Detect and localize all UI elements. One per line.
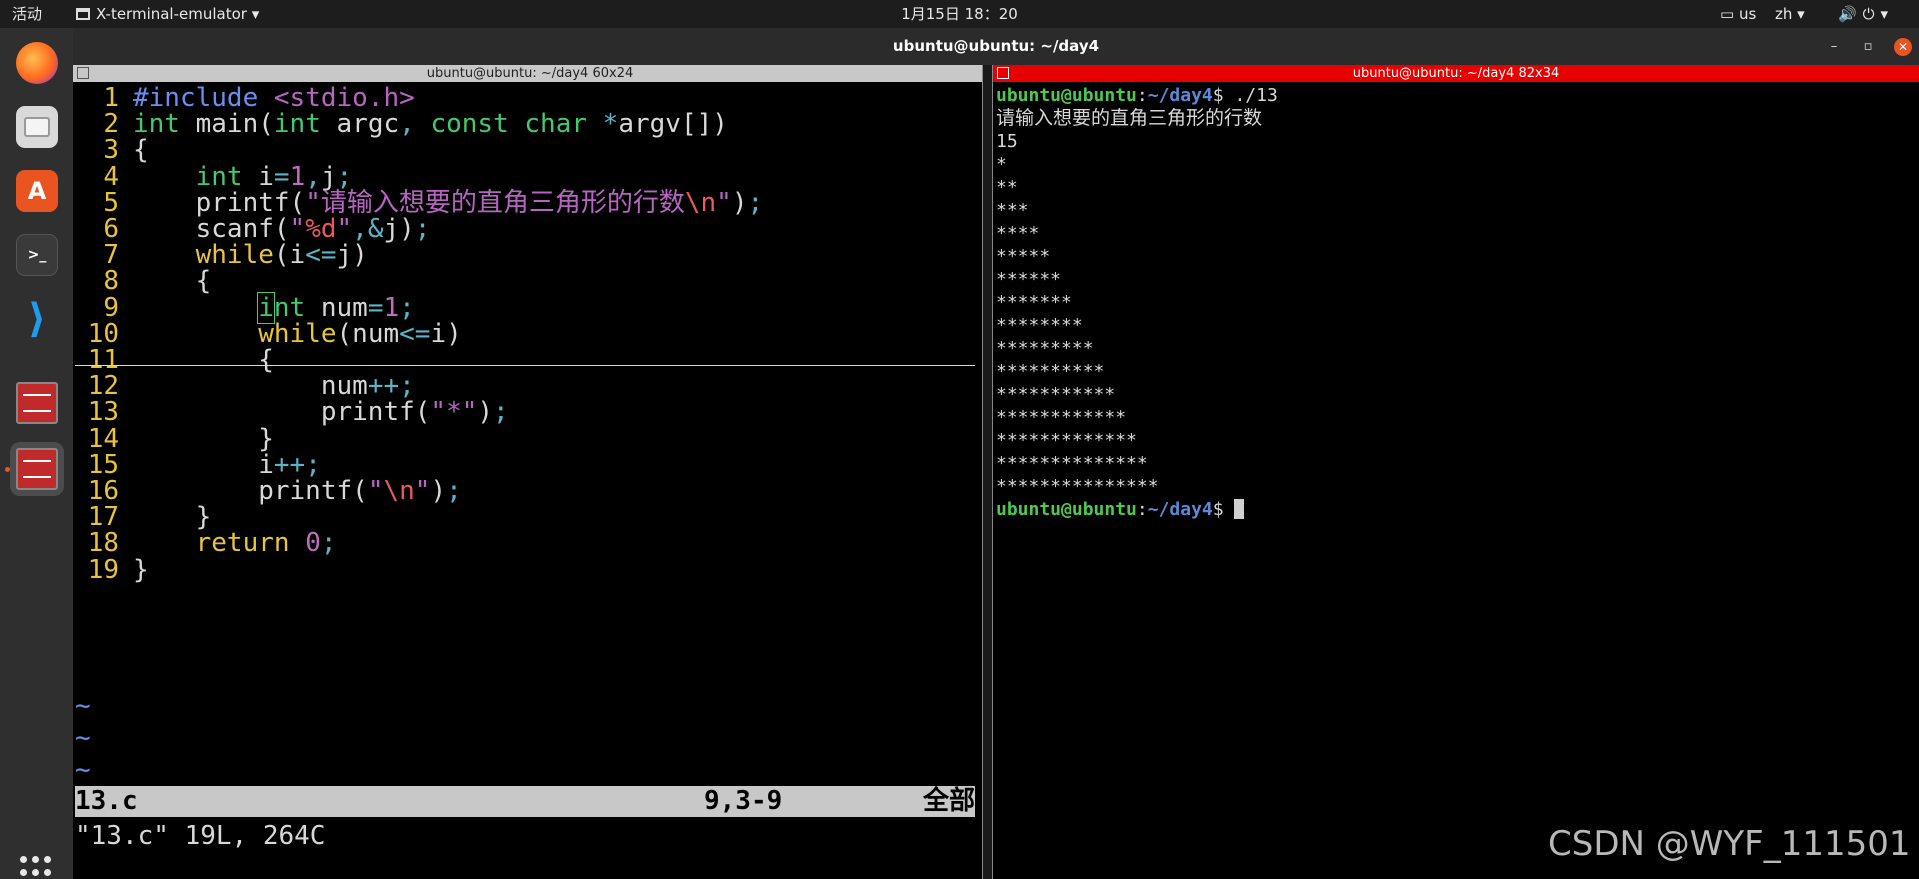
chevron-down-icon: ▾ bbox=[251, 5, 260, 23]
terminal-icon: >_ bbox=[16, 234, 58, 276]
terminator-icon bbox=[16, 382, 58, 424]
prompt-line: ubuntu@ubuntu:~/day4$ ./13 bbox=[996, 84, 1916, 107]
empty-line-marker: ~ bbox=[75, 723, 91, 753]
clock[interactable]: 1月15日 18：20 bbox=[0, 0, 1919, 28]
status-cursor-position: 9,3-9 bbox=[704, 786, 783, 816]
terminal-output[interactable]: ubuntu@ubuntu:~/day4$ ./13 请输入想要的直角三角形的行… bbox=[996, 84, 1916, 874]
window-icon bbox=[76, 8, 90, 20]
code-line: 19} bbox=[75, 554, 149, 586]
output-line: ************ bbox=[996, 407, 1127, 428]
system-menu[interactable]: 🔊⏻▾ bbox=[1838, 0, 1894, 28]
status-scroll-percent: 全部 bbox=[922, 786, 975, 816]
terminal-grid-icon[interactable] bbox=[997, 67, 1009, 79]
output-line: ****** bbox=[996, 269, 1062, 290]
prompt-path: ~/day4 bbox=[1147, 499, 1213, 520]
empty-line-marker: ~ bbox=[75, 755, 91, 785]
output-line: ***** bbox=[996, 246, 1051, 267]
window-title: ubuntu@ubuntu: ~/day4 bbox=[892, 37, 1100, 55]
prompt-path: ~/day4 bbox=[1147, 85, 1213, 106]
watermark: CSDN @WYF_111501 bbox=[1548, 824, 1911, 864]
dock-terminal[interactable]: >_ bbox=[10, 228, 64, 282]
dock-terminator[interactable] bbox=[10, 376, 64, 430]
prompt-separator: : bbox=[1136, 499, 1148, 520]
activities-button[interactable]: 活动 bbox=[12, 0, 42, 28]
minimize-button[interactable]: – bbox=[1825, 38, 1843, 56]
prompt-line: ubuntu@ubuntu:~/day4$ bbox=[996, 498, 1916, 521]
running-indicator bbox=[5, 467, 10, 472]
output-line: ******* bbox=[996, 292, 1072, 313]
dock-software[interactable]: A bbox=[10, 164, 64, 218]
cursor-line bbox=[75, 365, 975, 366]
output-line: ******** bbox=[996, 315, 1083, 336]
software-icon: A bbox=[16, 170, 58, 212]
right-pane-titlebar[interactable]: ubuntu@ubuntu: ~/day4 82x34 bbox=[993, 65, 1919, 82]
files-icon bbox=[16, 106, 58, 148]
prompt-separator: : bbox=[1136, 85, 1148, 106]
command-text: ./13 bbox=[1223, 85, 1278, 106]
window-titlebar[interactable]: ubuntu@ubuntu: ~/day4 – ▫ ✕ bbox=[73, 28, 1919, 65]
output-line: *************** bbox=[996, 476, 1159, 497]
vim-statusline: 13.c 9,3-9 全部 bbox=[75, 786, 975, 817]
show-applications-button[interactable] bbox=[20, 856, 53, 879]
output-line: **** bbox=[996, 223, 1040, 244]
keyboard-layout-indicator[interactable]: ▭ us bbox=[1720, 0, 1756, 28]
vscode-icon: ⟩ bbox=[27, 296, 47, 342]
output-line: ************** bbox=[996, 453, 1148, 474]
dock-terminator-active[interactable] bbox=[5, 442, 64, 496]
terminal-grid-icon[interactable] bbox=[77, 67, 89, 79]
close-button[interactable]: ✕ bbox=[1894, 38, 1912, 56]
empty-line-marker: ~ bbox=[75, 691, 91, 721]
keyboard-layout-label: us bbox=[1738, 5, 1757, 23]
top-bar: 活动 X-terminal-emulator ▾ 1月15日 18：20 ▭ u… bbox=[0, 0, 1919, 28]
left-pane-titlebar[interactable]: ubuntu@ubuntu: ~/day4 60x24 bbox=[73, 65, 987, 82]
output-line: ************* bbox=[996, 430, 1137, 451]
output-line: * bbox=[996, 154, 1007, 175]
dock: A >_ ⟩ bbox=[0, 28, 73, 879]
app-menu[interactable]: X-terminal-emulator ▾ bbox=[76, 0, 259, 28]
output-line: 15 bbox=[996, 131, 1018, 152]
status-filename: 13.c bbox=[75, 786, 138, 816]
prompt-user: ubuntu@ubuntu bbox=[996, 499, 1137, 520]
maximize-button[interactable]: ▫ bbox=[1859, 38, 1877, 56]
prompt-symbol: $ bbox=[1212, 85, 1224, 106]
input-method-indicator[interactable]: zh ▾ bbox=[1775, 0, 1805, 28]
output-line: 请输入想要的直角三角形的行数 bbox=[996, 107, 1263, 129]
right-pane-title: ubuntu@ubuntu: ~/day4 82x34 bbox=[1352, 66, 1560, 81]
output-lines: 请输入想要的直角三角形的行数 15 * ** *** **** ***** ****** ***… bbox=[996, 107, 1916, 498]
dock-firefox[interactable] bbox=[10, 36, 64, 90]
output-line: ********** bbox=[996, 361, 1105, 382]
output-line: ** bbox=[996, 177, 1018, 198]
pane-splitter[interactable] bbox=[982, 65, 993, 879]
terminator-icon bbox=[16, 448, 58, 490]
dock-vscode[interactable]: ⟩ bbox=[10, 292, 64, 346]
firefox-icon bbox=[16, 42, 58, 84]
line-number: 19 bbox=[87, 554, 119, 585]
output-line: *********** bbox=[996, 384, 1116, 405]
app-menu-label: X-terminal-emulator bbox=[96, 5, 247, 23]
input-method-label: zh bbox=[1775, 5, 1793, 23]
left-pane-title: ubuntu@ubuntu: ~/day4 60x24 bbox=[426, 66, 634, 81]
chevron-down-icon: ▾ bbox=[1797, 5, 1805, 23]
prompt-symbol: $ bbox=[1212, 499, 1224, 520]
prompt-user: ubuntu@ubuntu bbox=[996, 85, 1137, 106]
vim-command-line: "13.c" 19L, 264C bbox=[75, 821, 326, 851]
terminal-cursor bbox=[1234, 499, 1245, 519]
keyboard-icon: ▭ bbox=[1720, 5, 1735, 23]
output-line: ********* bbox=[996, 338, 1094, 359]
output-line: *** bbox=[996, 200, 1029, 221]
dock-files[interactable] bbox=[10, 100, 64, 154]
code-line: 2 int main(int argc, const char *argv[]) bbox=[75, 108, 728, 140]
vim-editor[interactable]: 1 #include <stdio.h> 2 int main(int argc, c… bbox=[75, 82, 975, 879]
